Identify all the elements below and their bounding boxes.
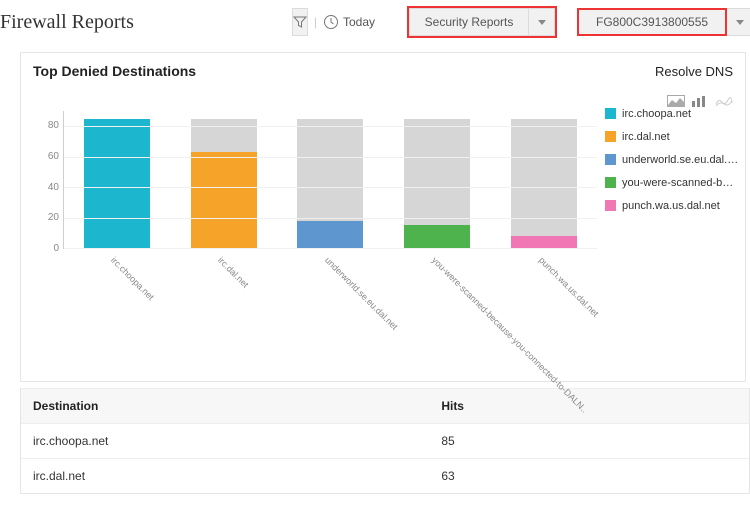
legend-swatch (605, 177, 616, 188)
cell-destination: irc.dal.net (33, 469, 441, 483)
legend-label: irc.dal.net (622, 130, 670, 144)
area-chart-icon (667, 95, 685, 107)
col-destination[interactable]: Destination (33, 399, 441, 413)
resolve-dns-link[interactable]: Resolve DNS (655, 64, 733, 79)
col-hits[interactable]: Hits (441, 399, 737, 413)
y-tick: 80 (39, 120, 59, 131)
legend-item[interactable]: you-were-scanned-bec.. (605, 176, 739, 190)
line-chart-icon (715, 95, 733, 107)
legend-item[interactable]: irc.choopa.net (605, 107, 739, 121)
table-row[interactable]: irc.dal.net 63 (21, 458, 749, 493)
page-header: Firewall Reports | Today Security Report… (0, 0, 750, 52)
legend-item[interactable]: irc.dal.net (605, 130, 739, 144)
bar-chart-icon (691, 95, 709, 107)
card-title: Top Denied Destinations (33, 63, 196, 79)
chart-type-line[interactable] (715, 95, 733, 107)
legend-swatch (605, 200, 616, 211)
bar[interactable] (297, 111, 363, 248)
time-range-label[interactable]: Today (343, 8, 385, 36)
report-type-dropdown[interactable] (529, 8, 555, 36)
legend-label: irc.choopa.net (622, 107, 691, 121)
chart-type-bar[interactable] (691, 95, 709, 107)
legend-swatch (605, 108, 616, 119)
chart-legend: irc.choopa.net irc.dal.net underworld.se.e… (597, 97, 745, 381)
x-tick: punch.wa.us.dal.net (537, 255, 601, 319)
cell-hits: 85 (441, 434, 737, 448)
legend-label: punch.wa.us.dal.net (622, 199, 720, 213)
chevron-down-icon (538, 20, 546, 25)
y-tick: 60 (39, 151, 59, 162)
report-type-group: Security Reports (407, 6, 557, 38)
bar[interactable] (404, 111, 470, 248)
chart-type-switch (667, 95, 733, 107)
data-table: Destination Hits irc.choopa.net 85 irc.d… (20, 388, 750, 494)
chart-card: Top Denied Destinations Resolve DNS irc.… (20, 52, 746, 382)
x-tick: underworld.se.eu.dal.net (323, 255, 400, 332)
legend-label: underworld.se.eu.dal.net (622, 153, 739, 167)
clock-icon (323, 8, 339, 36)
device-dropdown[interactable] (727, 8, 750, 36)
chevron-down-icon (736, 20, 744, 25)
x-tick: irc.choopa.net (109, 255, 156, 302)
table-header: Destination Hits (21, 388, 749, 423)
filter-button[interactable] (292, 8, 308, 36)
table-row[interactable]: irc.choopa.net 85 (21, 423, 749, 458)
bar[interactable] (84, 111, 150, 248)
y-tick: 20 (39, 212, 59, 223)
device-select[interactable]: FG800C3913800555 (577, 8, 727, 36)
bar[interactable] (191, 111, 257, 248)
chart-type-area[interactable] (667, 95, 685, 107)
cell-hits: 63 (441, 469, 737, 483)
device-group: FG800C3913800555 (577, 8, 750, 36)
page-title: Firewall Reports (0, 11, 134, 34)
cell-destination: irc.choopa.net (33, 434, 441, 448)
legend-swatch (605, 131, 616, 142)
report-type-select[interactable]: Security Reports (409, 8, 529, 36)
x-tick: irc.dal.net (216, 255, 251, 290)
y-tick: 0 (39, 243, 59, 254)
bar-chart: irc.choopa.net irc.dal.net underworld.se.e… (39, 111, 597, 381)
legend-swatch (605, 154, 616, 165)
toolbar-divider: | (312, 8, 319, 36)
funnel-icon (293, 15, 307, 29)
legend-label: you-were-scanned-bec.. (622, 176, 739, 190)
legend-item[interactable]: punch.wa.us.dal.net (605, 199, 739, 213)
bar[interactable] (511, 111, 577, 248)
legend-item[interactable]: underworld.se.eu.dal.net (605, 153, 739, 167)
y-tick: 40 (39, 182, 59, 193)
